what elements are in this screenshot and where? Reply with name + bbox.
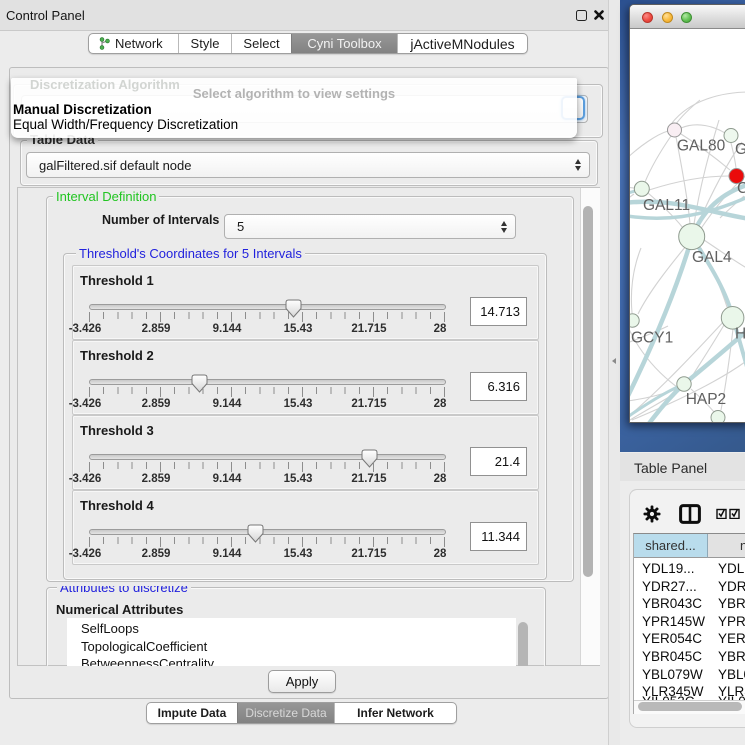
svg-text:GAL80: GAL80 [677,138,726,155]
svg-text:GAL4: GAL4 [692,249,732,266]
svg-text:C: C [737,180,745,197]
svg-text:GCY1: GCY1 [631,330,673,347]
svg-text:H: H [735,326,745,343]
svg-text:GAL11: GAL11 [643,197,690,214]
svg-text:GA: GA [735,141,745,158]
svg-text:HAP2: HAP2 [686,391,727,408]
